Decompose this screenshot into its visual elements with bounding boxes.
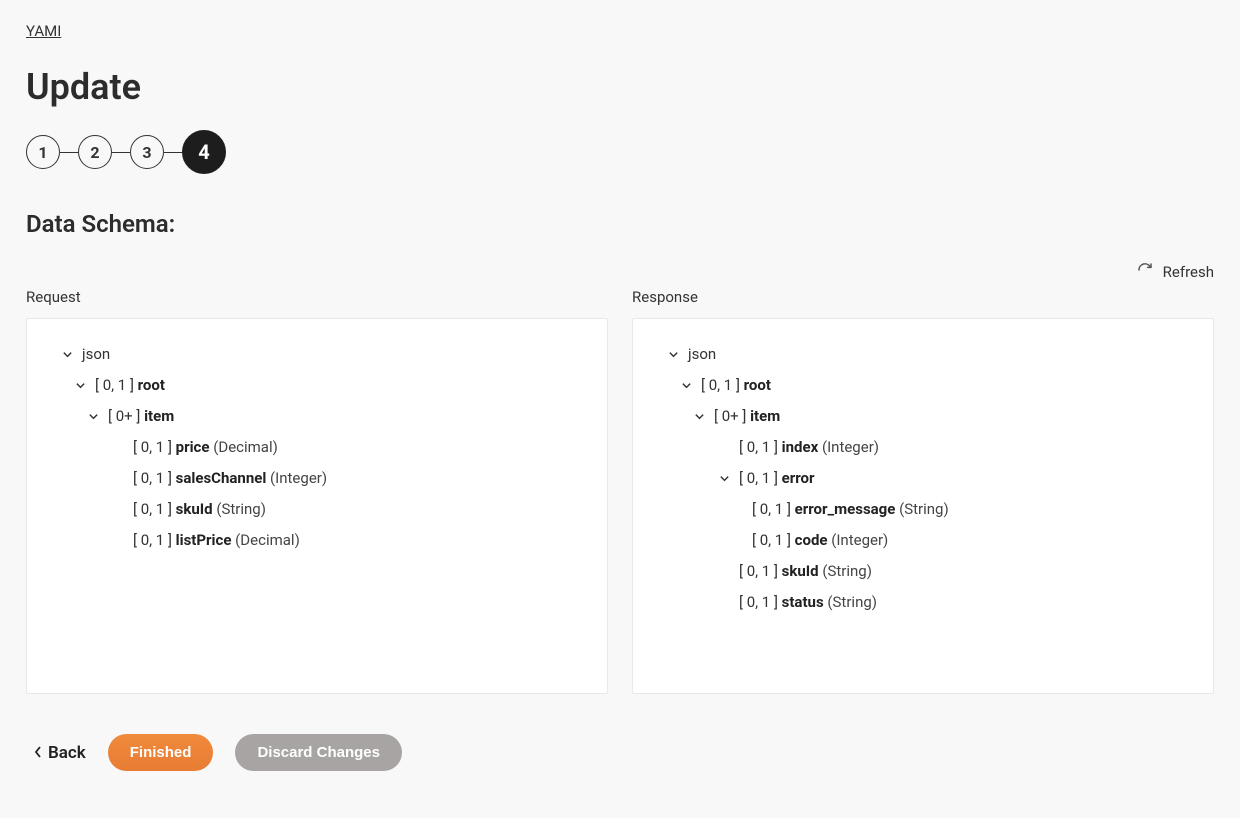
page-title: Update [26, 66, 1214, 108]
schema-node: [ 0, 1 ] code (Integer) [655, 525, 1191, 556]
request-label: Request [26, 288, 608, 306]
chevron-down-icon[interactable] [86, 411, 100, 422]
schema-node-label: [ 0, 1 ] skuId (String) [133, 499, 266, 520]
chevron-down-icon[interactable] [679, 380, 693, 391]
step-connector [112, 152, 130, 153]
chevron-down-icon[interactable] [717, 473, 731, 484]
schema-node: [ 0, 1 ] status (String) [655, 587, 1191, 618]
schema-node-label: [ 0, 1 ] price (Decimal) [133, 437, 278, 458]
back-button[interactable]: Back [34, 743, 86, 763]
refresh-button[interactable]: Refresh [1137, 262, 1214, 282]
schema-node-label: [ 0, 1 ] salesChannel (Integer) [133, 468, 327, 489]
schema-node-label: [ 0, 1 ] error_message (String) [752, 499, 949, 520]
chevron-down-icon[interactable] [73, 380, 87, 391]
response-schema-box: json [ 0, 1 ] root [ 0+ ] item [ 0, 1 ] ind… [632, 318, 1214, 694]
schema-node-label: [ 0, 1 ] root [701, 375, 771, 396]
refresh-icon [1137, 262, 1153, 282]
stepper: 1234 [26, 130, 1214, 174]
schema-node-label: json [688, 344, 716, 365]
back-label: Back [48, 743, 86, 763]
step-2[interactable]: 2 [78, 135, 112, 169]
schema-node: [ 0, 1 ] price (Decimal) [49, 432, 585, 463]
schema-node[interactable]: [ 0, 1 ] error [655, 463, 1191, 494]
step-connector [164, 152, 182, 153]
schema-node: [ 0, 1 ] index (Integer) [655, 432, 1191, 463]
finished-button[interactable]: Finished [108, 734, 214, 771]
chevron-left-icon [34, 743, 42, 763]
schema-node-label: [ 0, 1 ] listPrice (Decimal) [133, 530, 300, 551]
schema-node[interactable]: [ 0, 1 ] root [655, 370, 1191, 401]
schema-node-label: [ 0, 1 ] error [739, 468, 814, 489]
section-title: Data Schema: [26, 210, 1214, 238]
chevron-down-icon[interactable] [60, 349, 74, 360]
schema-node: [ 0, 1 ] salesChannel (Integer) [49, 463, 585, 494]
schema-node[interactable]: [ 0+ ] item [655, 401, 1191, 432]
schema-node-label: [ 0+ ] item [714, 406, 780, 427]
footer-actions: Back Finished Discard Changes [26, 734, 1214, 771]
schema-node[interactable]: json [655, 339, 1191, 370]
response-column: Response json [ 0, 1 ] root [ 0+ ] item [ 0… [632, 288, 1214, 694]
step-3[interactable]: 3 [130, 135, 164, 169]
schema-node: [ 0, 1 ] error_message (String) [655, 494, 1191, 525]
response-label: Response [632, 288, 1214, 306]
schema-node-label: [ 0, 1 ] index (Integer) [739, 437, 879, 458]
schema-node: [ 0, 1 ] skuId (String) [49, 494, 585, 525]
chevron-down-icon[interactable] [692, 411, 706, 422]
step-connector [60, 152, 78, 153]
schema-node-label: [ 0, 1 ] status (String) [739, 592, 877, 613]
request-schema-box: json [ 0, 1 ] root [ 0+ ] item [ 0, 1 ] pri… [26, 318, 608, 694]
schema-node-label: [ 0, 1 ] root [95, 375, 165, 396]
schema-node[interactable]: [ 0, 1 ] root [49, 370, 585, 401]
schema-node-label: [ 0+ ] item [108, 406, 174, 427]
schema-node: [ 0, 1 ] skuId (String) [655, 556, 1191, 587]
request-column: Request json [ 0, 1 ] root [ 0+ ] item [ 0,… [26, 288, 608, 694]
schema-node-label: [ 0, 1 ] code (Integer) [752, 530, 888, 551]
schema-node-label: json [82, 344, 110, 365]
step-4[interactable]: 4 [182, 130, 226, 174]
discard-changes-button[interactable]: Discard Changes [235, 734, 402, 771]
schema-node[interactable]: [ 0+ ] item [49, 401, 585, 432]
schema-node-label: [ 0, 1 ] skuId (String) [739, 561, 872, 582]
schema-node: [ 0, 1 ] listPrice (Decimal) [49, 525, 585, 556]
schema-node[interactable]: json [49, 339, 585, 370]
step-1[interactable]: 1 [26, 135, 60, 169]
refresh-label: Refresh [1163, 263, 1214, 281]
chevron-down-icon[interactable] [666, 349, 680, 360]
breadcrumb-root[interactable]: YAMI [26, 22, 61, 40]
